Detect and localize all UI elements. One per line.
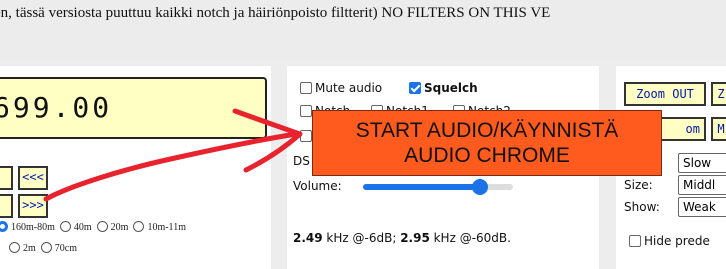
bandwidth-readout: 2.49 kHz @-6dB; 2.95 kHz @-60dB. <box>293 231 511 245</box>
radio-40m[interactable] <box>59 221 71 232</box>
extra-checkbox[interactable] <box>300 130 312 142</box>
hide-predefined-checkbox[interactable] <box>629 235 641 247</box>
info-banner: en, tässä versiosta puuttuu kaikki notch… <box>0 0 726 58</box>
bandwidth-60db-value: 2.95 <box>400 231 430 245</box>
radio-10m[interactable] <box>133 221 145 232</box>
tune-up-label: >>> <box>22 198 44 212</box>
zoom-in-button[interactable]: Z <box>711 82 726 106</box>
volume-label: Volume: <box>293 179 342 193</box>
hide-predefined-option[interactable]: Hide prede <box>629 234 710 248</box>
mute-audio-checkbox[interactable] <box>300 82 312 94</box>
notch-checkbox[interactable] <box>300 105 312 117</box>
radio-70cm[interactable] <box>40 242 52 253</box>
radio-20m[interactable] <box>96 221 108 232</box>
dsp-label: DS <box>293 154 310 168</box>
volume-slider-thumb[interactable] <box>472 179 488 195</box>
band-option-70cm[interactable]: 70cm <box>40 242 77 254</box>
start-audio-line2: AUDIO CHROME <box>404 144 570 167</box>
frequency-display[interactable]: 699.00 <box>0 77 267 139</box>
mute-audio-option[interactable]: Mute audio <box>300 81 382 95</box>
bandwidth-60db-text: kHz @-60dB. <box>429 231 511 245</box>
band-option-40m[interactable]: 40m <box>59 221 92 233</box>
speed-select-value: Slow <box>683 156 712 170</box>
tune-up-button[interactable]: >>> <box>18 194 48 218</box>
banner-text: en, tässä versiosta puuttuu kaikki notch… <box>0 5 551 21</box>
size-select[interactable]: Middl <box>678 175 726 195</box>
show-label: Show: <box>624 200 660 214</box>
zoom-button[interactable]: om <box>660 117 706 141</box>
zoom-in-label: Z <box>717 87 725 101</box>
start-audio-line1: START AUDIO/KÄYNNISTÄ <box>355 119 619 142</box>
volume-slider-fill <box>363 184 480 190</box>
bandwidth-6db-value: 2.49 <box>293 231 323 245</box>
size-select-value: Middl <box>683 178 716 192</box>
band-option-10m[interactable]: 10m-11m <box>133 221 186 233</box>
tune-up-fast-button[interactable] <box>0 194 13 218</box>
zoom-label: om <box>685 122 700 136</box>
band-option-160m[interactable]: 160m-80m <box>0 221 55 233</box>
zoom-out-label: Zoom OUT <box>636 87 694 101</box>
squelch-checkbox[interactable] <box>409 82 421 94</box>
tune-down-button[interactable]: <<< <box>18 166 48 190</box>
zoom-out-button[interactable]: Zoom OUT <box>624 82 706 106</box>
size-label: Size: <box>624 178 653 192</box>
bandwidth-6db-text: kHz @-6dB; <box>322 231 401 245</box>
band-option-20m[interactable]: 20m <box>96 221 128 233</box>
start-audio-button[interactable]: START AUDIO/KÄYNNISTÄ AUDIO CHROME <box>312 110 662 176</box>
volume-slider[interactable] <box>363 179 513 195</box>
show-select-value: Weak <box>683 200 716 214</box>
band-row-2: 2m 70cm <box>9 242 77 254</box>
band-option-2m[interactable]: 2m <box>9 242 36 254</box>
frequency-value: 699.00 <box>0 91 113 124</box>
radio-160m[interactable] <box>0 221 8 232</box>
band-row-1: 160m-80m 40m 20m 10m-11m <box>0 221 186 233</box>
squelch-option[interactable]: Squelch <box>409 81 478 95</box>
radio-2m[interactable] <box>9 242 20 253</box>
tune-down-label: <<< <box>22 170 44 184</box>
m-button[interactable]: M <box>711 117 726 141</box>
frequency-panel: 699.00 <<< >>> 160m-80m 40m 20m 10m-11m … <box>0 66 271 269</box>
show-select[interactable]: Weak <box>678 197 726 217</box>
m-label: M <box>717 122 725 136</box>
tune-down-fast-button[interactable] <box>0 166 13 190</box>
speed-select[interactable]: Slow <box>678 153 726 173</box>
